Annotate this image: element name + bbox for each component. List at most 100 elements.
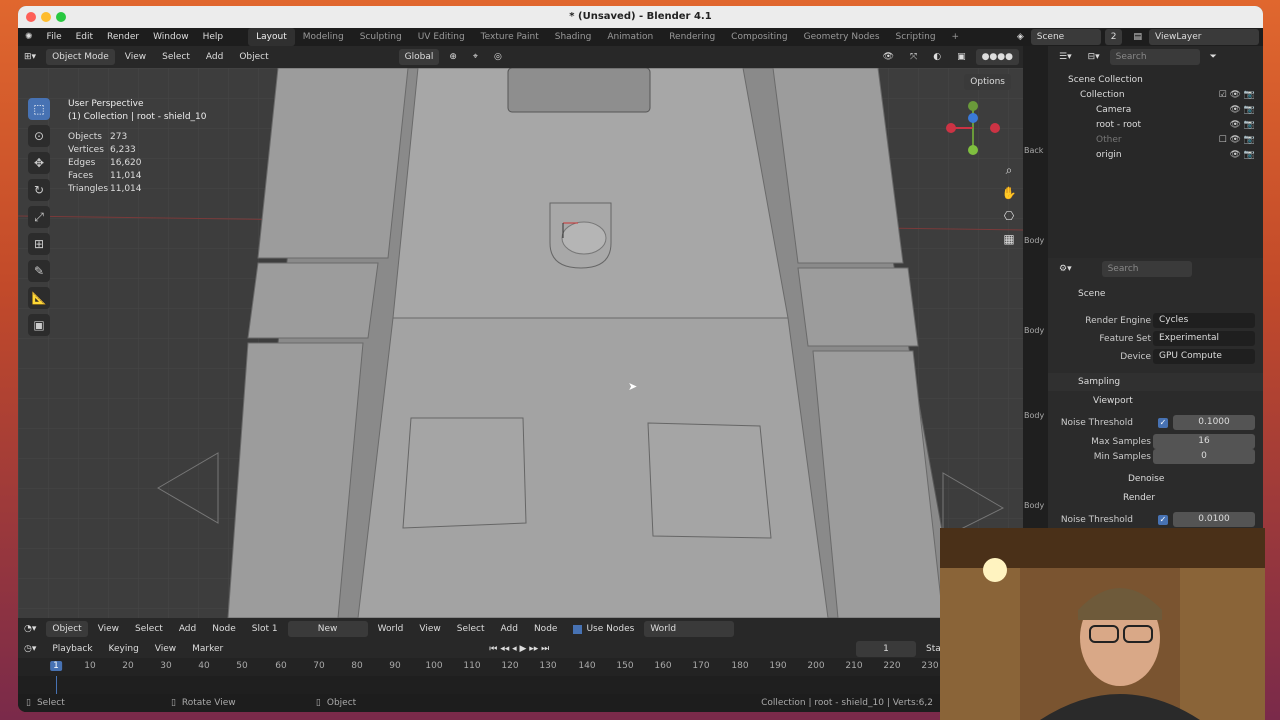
min-samples-field[interactable]: 0	[1153, 449, 1255, 464]
timeline-menu-view[interactable]: View	[149, 641, 182, 657]
current-frame-field[interactable]: 1	[856, 641, 916, 657]
transform-orientation-dropdown[interactable]: Global	[398, 49, 440, 65]
side-tab-body[interactable]: Body	[1024, 411, 1044, 420]
denoise-subpanel[interactable]: Denoise	[1048, 470, 1263, 488]
timeline-menu-keying[interactable]: Keying	[103, 641, 145, 657]
visibility-toggles[interactable]: ☑ 👁 📷 👁 📷 👁 📷 ☐ 👁 📷 👁 📷	[1219, 88, 1255, 163]
shader-menu2-select[interactable]: Select	[451, 621, 491, 637]
shader-object-dropdown[interactable]: Object	[46, 621, 88, 637]
outliner-editor-icon[interactable]: ☰▾	[1053, 49, 1078, 65]
max-samples-field[interactable]: 16	[1153, 434, 1255, 449]
select-box-tool-icon[interactable]: ⬚	[28, 98, 50, 120]
new-material-button[interactable]: New	[287, 621, 368, 637]
render-subpanel-header[interactable]: Render	[1048, 489, 1263, 507]
shader-menu-add[interactable]: Add	[173, 621, 202, 637]
noise-threshold-checkbox[interactable]: ✓	[1158, 418, 1168, 428]
tab-scripting[interactable]: Scripting	[888, 28, 944, 46]
object-mode-dropdown[interactable]: Object Mode	[46, 49, 115, 65]
menu-window[interactable]: Window	[146, 28, 196, 46]
properties-search-input[interactable]: Search	[1101, 261, 1192, 277]
timeline-ruler[interactable]: 1 10 20 30 40 50 60 70 80 90 100 110 120…	[18, 658, 958, 676]
world-type-dropdown[interactable]: World	[372, 621, 410, 637]
feature-set-dropdown[interactable]: Experimental	[1153, 331, 1255, 346]
tab-modeling[interactable]: Modeling	[295, 28, 352, 46]
playback-controls[interactable]: ⏮ ◂◂ ◂ ▶ ▸▸ ⏭	[483, 641, 555, 657]
tab-rendering[interactable]: Rendering	[661, 28, 723, 46]
render-engine-dropdown[interactable]: Cycles	[1153, 313, 1255, 328]
timeline-menu-playback[interactable]: Playback	[46, 641, 98, 657]
3d-viewport[interactable]: ⬚ ⊙ ✥ ↻ ⤢ ⊞ ✎ 📐 ▣ User Perspective (1) C…	[18, 68, 1023, 618]
render-noise-threshold-field[interactable]: 0.0100	[1173, 512, 1255, 527]
world-name-field[interactable]: World	[644, 621, 735, 637]
cursor-tool-icon[interactable]: ⊙	[28, 125, 50, 147]
annotate-tool-icon[interactable]: ✎	[28, 260, 50, 282]
tab-uv-editing[interactable]: UV Editing	[410, 28, 473, 46]
render-noise-threshold-checkbox[interactable]: ✓	[1158, 515, 1168, 525]
shader-menu-node[interactable]: Node	[206, 621, 242, 637]
measure-tool-icon[interactable]: 📐	[28, 287, 50, 309]
proportional-edit-icon[interactable]: ◎	[488, 49, 508, 65]
transform-tool-icon[interactable]: ⊞	[28, 233, 50, 255]
side-tab-body[interactable]: Body	[1024, 326, 1044, 335]
gizmo-icon[interactable]: ⤧	[904, 49, 923, 65]
shader-menu2-add[interactable]: Add	[495, 621, 524, 637]
visibility-icon[interactable]: 👁	[877, 49, 900, 65]
zoom-window-button[interactable]	[56, 12, 66, 22]
xray-icon[interactable]: ▣	[951, 49, 972, 65]
overlay-icon[interactable]: ◐	[927, 49, 947, 65]
perspective-toggle-icon[interactable]: ▦	[999, 229, 1019, 249]
pivot-icon[interactable]: ⊕	[443, 49, 463, 65]
side-tab-body[interactable]: Body	[1024, 501, 1044, 510]
options-dropdown[interactable]: Options	[964, 74, 1011, 90]
blender-logo-icon[interactable]: ✺	[18, 28, 40, 46]
outliner-search-input[interactable]: Search	[1109, 49, 1200, 65]
material-slot-dropdown[interactable]: Slot 1	[246, 621, 284, 637]
viewport-menu-object[interactable]: Object	[233, 49, 274, 65]
outliner-row-scene-collection[interactable]: Scene Collection	[1048, 73, 1263, 88]
use-nodes-checkbox[interactable]: Use Nodes	[567, 621, 640, 637]
side-tab-body[interactable]: Body	[1024, 236, 1044, 245]
viewport-menu-select[interactable]: Select	[156, 49, 196, 65]
scale-tool-icon[interactable]: ⤢	[28, 206, 50, 228]
playhead[interactable]	[56, 676, 57, 696]
close-window-button[interactable]	[26, 12, 36, 22]
shader-editor-type-icon[interactable]: ◔▾	[18, 621, 42, 637]
viewport-menu-view[interactable]: View	[119, 49, 152, 65]
timeline-track[interactable]	[18, 676, 958, 696]
timeline-menu-marker[interactable]: Marker	[186, 641, 229, 657]
properties-editor-icon[interactable]: ⚙▾	[1053, 261, 1078, 277]
viewport-noise-threshold-field[interactable]: 0.1000	[1173, 415, 1255, 430]
editor-type-icon[interactable]: ⊞▾	[18, 49, 42, 65]
scene-icon[interactable]: ◈	[1010, 28, 1031, 46]
tab-layout[interactable]: Layout	[248, 28, 295, 46]
tab-geometry-nodes[interactable]: Geometry Nodes	[796, 28, 888, 46]
scene-users-count[interactable]: 2	[1104, 29, 1123, 45]
tab-texture-paint[interactable]: Texture Paint	[473, 28, 547, 46]
sampling-panel-header[interactable]: Sampling	[1048, 373, 1263, 391]
shader-menu-select[interactable]: Select	[129, 621, 169, 637]
viewport-menu-add[interactable]: Add	[200, 49, 229, 65]
side-tab-back[interactable]: Back	[1024, 146, 1043, 155]
tab-shading[interactable]: Shading	[547, 28, 600, 46]
device-dropdown[interactable]: GPU Compute	[1153, 349, 1255, 364]
rotate-tool-icon[interactable]: ↻	[28, 179, 50, 201]
move-tool-icon[interactable]: ✥	[28, 152, 50, 174]
shader-menu2-view[interactable]: View	[413, 621, 446, 637]
menu-render[interactable]: Render	[100, 28, 146, 46]
view-layer-icon[interactable]: ▤	[1126, 28, 1149, 46]
view-layer-selector[interactable]: ViewLayer	[1149, 29, 1259, 45]
navigation-gizmo[interactable]	[943, 98, 1003, 158]
add-workspace-button[interactable]: +	[944, 28, 968, 46]
filter-icon[interactable]: ⏷	[1204, 49, 1223, 65]
outliner-display-icon[interactable]: ⊟▾	[1082, 49, 1106, 65]
shader-menu-view[interactable]: View	[92, 621, 125, 637]
add-cube-tool-icon[interactable]: ▣	[28, 314, 50, 336]
menu-edit[interactable]: Edit	[69, 28, 100, 46]
tab-sculpting[interactable]: Sculpting	[352, 28, 410, 46]
zoom-view-icon[interactable]: ⌕	[999, 160, 1019, 180]
menu-help[interactable]: Help	[196, 28, 231, 46]
camera-view-icon[interactable]: ⎔	[999, 206, 1019, 226]
viewport-subpanel-header[interactable]: Viewport	[1048, 392, 1263, 410]
scene-selector[interactable]: Scene	[1030, 29, 1101, 45]
shader-menu2-node[interactable]: Node	[528, 621, 564, 637]
